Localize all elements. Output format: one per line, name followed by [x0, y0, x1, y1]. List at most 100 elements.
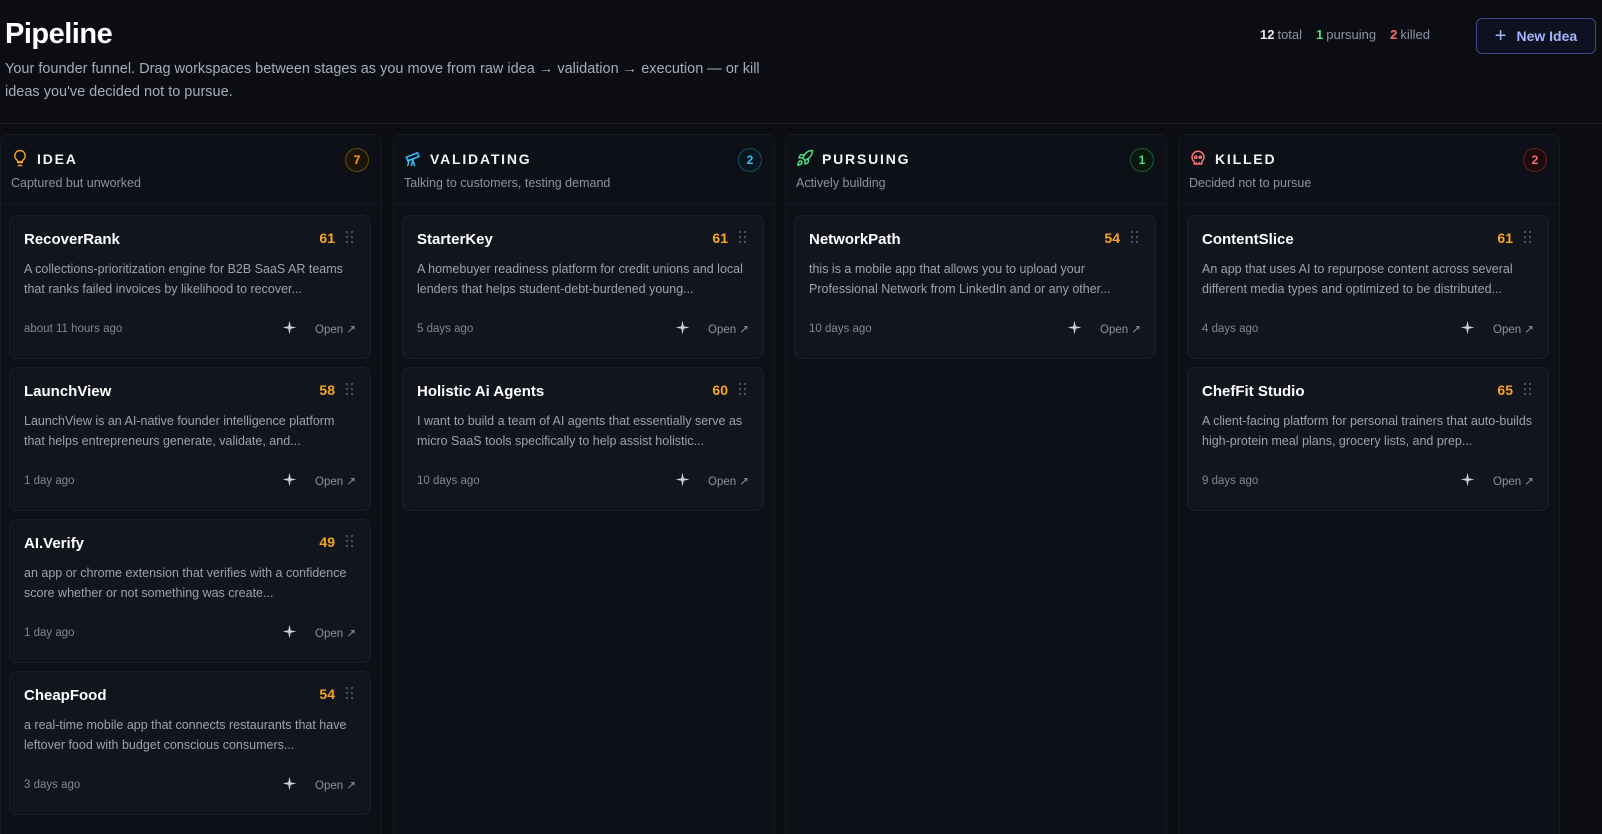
- card-score: 54: [1104, 230, 1120, 246]
- card-description: A homebuyer readiness platform for credi…: [417, 262, 743, 296]
- card-description: A client-facing platform for personal tr…: [1202, 414, 1533, 448]
- column-count-badge: 2: [738, 148, 762, 172]
- column-title: KILLED: [1215, 151, 1277, 167]
- stat-total-count: 12: [1259, 27, 1275, 42]
- lightbulb-icon: [14, 149, 26, 167]
- card-description: a real-time mobile app that connects res…: [24, 718, 347, 752]
- stat-pursuing-count: 1: [1316, 27, 1324, 42]
- stat-pursuing-label: pursuing: [1326, 27, 1377, 42]
- card-score: 54: [319, 686, 335, 702]
- card-timestamp: 10 days ago: [809, 323, 872, 335]
- card-title: RecoverRank: [24, 231, 120, 248]
- column-header: VALIDATING Talking to customers, testing…: [394, 135, 774, 205]
- skull-icon: [1191, 150, 1205, 165]
- page-title: Pipeline: [5, 18, 113, 50]
- card-timestamp: 10 days ago: [417, 475, 480, 487]
- sparkle-icon[interactable]: [282, 776, 297, 791]
- sparkle-icon[interactable]: [282, 472, 297, 487]
- card-timestamp: 9 days ago: [1202, 475, 1259, 487]
- open-link[interactable]: Open ↗: [315, 626, 356, 640]
- open-link[interactable]: Open ↗: [1493, 474, 1534, 488]
- card-title: StarterKey: [417, 231, 493, 248]
- open-link[interactable]: Open ↗: [315, 474, 356, 488]
- sparkle-icon[interactable]: [1067, 320, 1082, 335]
- idea-card[interactable]: StarterKey 61 A homebuyer readiness plat…: [402, 215, 764, 359]
- column-header: KILLED Decided not to pursue 2: [1179, 135, 1559, 205]
- card-score: 60: [712, 382, 728, 398]
- column-header: IDEA Captured but unworked 7: [1, 135, 381, 205]
- idea-card[interactable]: RecoverRank 61 A collections-prioritizat…: [9, 215, 371, 359]
- stat-total: 12 total: [1260, 27, 1302, 42]
- column-pursuing: PURSUING Actively building 1 NetworkPath…: [785, 134, 1167, 834]
- idea-card[interactable]: LaunchView 58 LaunchView is an AI-native…: [9, 367, 371, 511]
- sparkle-icon[interactable]: [1460, 472, 1475, 487]
- drag-handle-icon[interactable]: [1524, 231, 1532, 244]
- plus-icon: +: [1494, 25, 1507, 47]
- card-description: A collections-prioritization engine for …: [24, 262, 343, 296]
- open-link[interactable]: Open ↗: [1100, 322, 1141, 336]
- sparkle-icon[interactable]: [675, 320, 690, 335]
- idea-card[interactable]: ChefFit Studio 65 A client-facing platfo…: [1187, 367, 1549, 511]
- page-header: Pipeline Your founder funnel. Drag works…: [0, 0, 1602, 124]
- telescope-icon: [405, 152, 420, 167]
- card-title: NetworkPath: [809, 231, 901, 248]
- card-title: CheapFood: [24, 687, 107, 704]
- drag-handle-icon[interactable]: [346, 231, 354, 244]
- drag-handle-icon[interactable]: [1524, 383, 1532, 396]
- card-score: 65: [1497, 382, 1513, 398]
- pipeline-stats: 12 total 1 pursuing 2 killed: [1260, 27, 1430, 42]
- card-title: Holistic Ai Agents: [417, 383, 545, 400]
- column-count-badge: 1: [1130, 148, 1154, 172]
- stat-total-label: total: [1277, 27, 1303, 42]
- card-description: this is a mobile app that allows you to …: [809, 262, 1111, 296]
- column-header: PURSUING Actively building 1: [786, 135, 1166, 205]
- open-link[interactable]: Open ↗: [315, 778, 356, 792]
- column-count-badge: 7: [345, 148, 369, 172]
- drag-handle-icon[interactable]: [346, 383, 354, 396]
- sparkle-icon[interactable]: [675, 472, 690, 487]
- card-score: 49: [319, 534, 335, 550]
- card-score: 61: [319, 230, 335, 246]
- open-link[interactable]: Open ↗: [708, 322, 749, 336]
- column-description: Actively building: [796, 176, 886, 190]
- idea-card[interactable]: AI.Verify 49 an app or chrome extension …: [9, 519, 371, 663]
- column-idea: IDEA Captured but unworked 7 RecoverRank…: [0, 134, 382, 834]
- column-description: Decided not to pursue: [1189, 176, 1312, 190]
- card-score: 61: [712, 230, 728, 246]
- card-description: LaunchView is an AI-native founder intel…: [24, 414, 335, 448]
- card-description: An app that uses AI to repurpose content…: [1202, 262, 1513, 296]
- card-score: 61: [1497, 230, 1513, 246]
- drag-handle-icon[interactable]: [346, 535, 354, 548]
- stat-killed-label: killed: [1400, 27, 1430, 42]
- open-link[interactable]: Open ↗: [315, 322, 356, 336]
- column-validating: VALIDATING Talking to customers, testing…: [393, 134, 775, 834]
- column-count-badge: 2: [1523, 148, 1547, 172]
- card-timestamp: 3 days ago: [24, 779, 81, 791]
- stat-killed: 2 killed: [1390, 27, 1430, 42]
- idea-card[interactable]: CheapFood 54 a real-time mobile app that…: [9, 671, 371, 815]
- sparkle-icon[interactable]: [282, 320, 297, 335]
- new-idea-button[interactable]: + New Idea: [1476, 18, 1596, 54]
- idea-card[interactable]: ContentSlice 61 An app that uses AI to r…: [1187, 215, 1549, 359]
- pipeline-board: IDEA Captured but unworked 7 RecoverRank…: [0, 124, 1602, 834]
- card-description: an app or chrome extension that verifies…: [24, 566, 347, 600]
- open-link[interactable]: Open ↗: [708, 474, 749, 488]
- idea-card[interactable]: NetworkPath 54 this is a mobile app that…: [794, 215, 1156, 359]
- card-title: ContentSlice: [1202, 231, 1294, 248]
- sparkle-icon[interactable]: [282, 624, 297, 639]
- drag-handle-icon[interactable]: [739, 383, 747, 396]
- drag-handle-icon[interactable]: [346, 687, 354, 700]
- column-description: Talking to customers, testing demand: [404, 176, 611, 190]
- sparkle-icon[interactable]: [1460, 320, 1475, 335]
- card-title: LaunchView: [24, 383, 112, 400]
- column-title: PURSUING: [822, 151, 911, 167]
- idea-card[interactable]: Holistic Ai Agents 60 I want to build a …: [402, 367, 764, 511]
- card-timestamp: 5 days ago: [417, 323, 474, 335]
- new-idea-label: New Idea: [1516, 28, 1578, 44]
- rocket-icon: [797, 149, 814, 166]
- drag-handle-icon[interactable]: [739, 231, 747, 244]
- drag-handle-icon[interactable]: [1131, 231, 1139, 244]
- page-subtitle: Your founder funnel. Drag workspaces bet…: [5, 61, 760, 100]
- column-title: VALIDATING: [430, 151, 532, 167]
- open-link[interactable]: Open ↗: [1493, 322, 1534, 336]
